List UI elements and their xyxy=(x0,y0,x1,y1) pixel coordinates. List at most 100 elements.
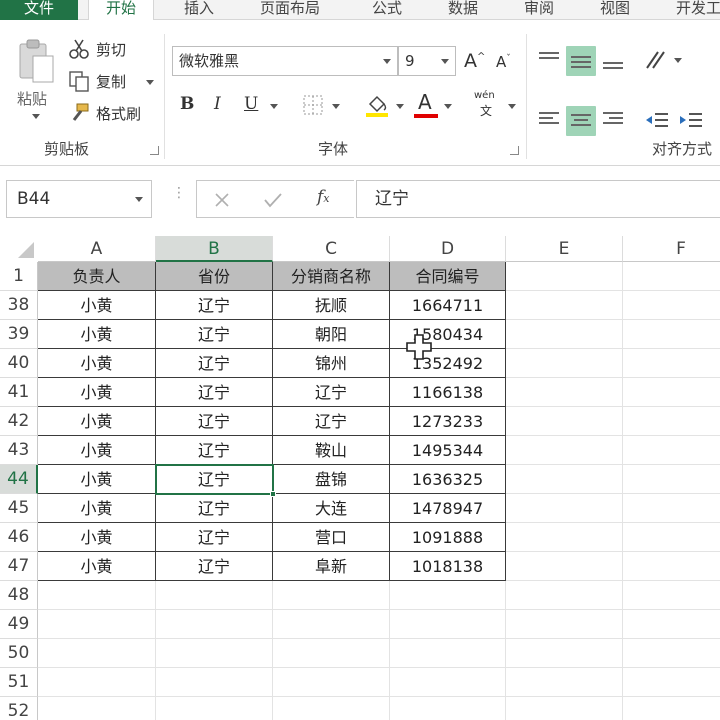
empty-cell[interactable] xyxy=(506,581,623,610)
table-cell[interactable]: 辽宁 xyxy=(156,523,273,552)
formula-input[interactable]: 辽宁 xyxy=(356,180,720,218)
copy-button[interactable]: 复制 xyxy=(68,70,158,94)
paste-dropdown-icon[interactable] xyxy=(32,114,40,119)
empty-cell[interactable] xyxy=(390,639,506,668)
align-center-button[interactable] xyxy=(566,106,596,136)
table-cell[interactable]: 辽宁 xyxy=(156,552,273,581)
table-cell[interactable] xyxy=(623,552,720,581)
header-cell[interactable]: 合同编号 xyxy=(390,262,506,291)
column-header-b[interactable]: B xyxy=(156,236,273,262)
align-top-button[interactable] xyxy=(536,46,562,74)
row-header[interactable]: 39 xyxy=(0,320,38,349)
underline-dropdown-icon[interactable] xyxy=(270,104,278,109)
table-cell[interactable]: 辽宁 xyxy=(156,494,273,523)
decrease-indent-icon[interactable] xyxy=(644,108,670,132)
table-cell[interactable] xyxy=(506,291,623,320)
empty-cell[interactable] xyxy=(273,610,390,639)
empty-cell[interactable] xyxy=(156,610,273,639)
header-cell[interactable]: 分销商名称 xyxy=(273,262,390,291)
cancel-icon[interactable] xyxy=(213,191,231,209)
empty-cell[interactable] xyxy=(623,697,720,720)
empty-cell[interactable] xyxy=(156,697,273,720)
table-cell[interactable] xyxy=(623,378,720,407)
empty-cell[interactable] xyxy=(506,668,623,697)
empty-cell[interactable] xyxy=(38,668,156,697)
empty-cell[interactable] xyxy=(156,668,273,697)
table-cell[interactable]: 1091888 xyxy=(390,523,506,552)
column-header-e[interactable]: E xyxy=(506,236,623,262)
table-cell[interactable]: 1636325 xyxy=(390,465,506,494)
empty-cell[interactable] xyxy=(38,697,156,720)
table-cell[interactable] xyxy=(623,407,720,436)
table-cell[interactable]: 辽宁 xyxy=(156,349,273,378)
table-cell[interactable] xyxy=(506,523,623,552)
table-cell[interactable] xyxy=(506,494,623,523)
table-cell[interactable]: 1664711 xyxy=(390,291,506,320)
formula-bar-splitter-icon[interactable]: ⋮ xyxy=(172,186,186,200)
table-cell[interactable] xyxy=(623,349,720,378)
align-left-button[interactable] xyxy=(536,106,562,134)
table-cell[interactable]: 小黄 xyxy=(38,552,156,581)
table-cell[interactable]: 辽宁 xyxy=(156,378,273,407)
increase-font-size-button[interactable]: A^ xyxy=(464,48,486,74)
paste-button[interactable]: 粘贴 xyxy=(12,38,58,132)
align-middle-button[interactable] xyxy=(566,46,596,76)
orientation-dropdown-icon[interactable] xyxy=(674,58,682,63)
row-header[interactable]: 42 xyxy=(0,407,38,436)
font-dialog-launcher-icon[interactable] xyxy=(510,146,519,155)
table-cell[interactable] xyxy=(506,552,623,581)
table-cell[interactable] xyxy=(506,320,623,349)
table-cell[interactable]: 1495344 xyxy=(390,436,506,465)
font-color-dropdown-icon[interactable] xyxy=(444,104,452,109)
decrease-font-size-button[interactable]: Aˇ xyxy=(496,50,518,74)
empty-cell[interactable] xyxy=(506,610,623,639)
empty-cell[interactable] xyxy=(156,639,273,668)
insert-function-icon[interactable]: fx xyxy=(317,187,330,207)
table-cell[interactable] xyxy=(506,465,623,494)
name-box[interactable]: B44 xyxy=(6,180,152,218)
table-cell[interactable]: 1166138 xyxy=(390,378,506,407)
header-cell[interactable] xyxy=(623,262,720,291)
select-all-icon[interactable] xyxy=(0,236,38,262)
row-header[interactable]: 46 xyxy=(0,523,38,552)
table-cell[interactable]: 小黄 xyxy=(38,494,156,523)
row-header[interactable]: 44 xyxy=(0,465,38,494)
tab-home[interactable]: 开始 xyxy=(88,0,154,21)
phonetic-guide-button[interactable]: wén 文 xyxy=(472,90,502,120)
phonetic-dropdown-icon[interactable] xyxy=(508,104,516,109)
table-cell[interactable]: 营口 xyxy=(273,523,390,552)
table-cell[interactable] xyxy=(623,436,720,465)
table-cell[interactable]: 小黄 xyxy=(38,320,156,349)
table-cell[interactable]: 鞍山 xyxy=(273,436,390,465)
header-cell[interactable]: 负责人 xyxy=(38,262,156,291)
table-cell[interactable]: 阜新 xyxy=(273,552,390,581)
table-cell[interactable]: 大连 xyxy=(273,494,390,523)
empty-cell[interactable] xyxy=(273,639,390,668)
font-name-select[interactable]: 微软雅黑 xyxy=(172,46,398,76)
fill-color-dropdown-icon[interactable] xyxy=(396,104,404,109)
table-cell[interactable]: 盘锦 xyxy=(273,465,390,494)
header-cell[interactable] xyxy=(506,262,623,291)
column-header-f[interactable]: F xyxy=(623,236,720,262)
table-cell[interactable] xyxy=(623,523,720,552)
empty-cell[interactable] xyxy=(390,581,506,610)
borders-icon[interactable] xyxy=(302,94,324,116)
empty-cell[interactable] xyxy=(390,697,506,720)
underline-button[interactable]: U xyxy=(244,94,258,114)
chevron-down-icon[interactable] xyxy=(135,197,143,202)
table-cell[interactable]: 1478947 xyxy=(390,494,506,523)
table-cell[interactable]: 小黄 xyxy=(38,291,156,320)
row-header[interactable]: 48 xyxy=(0,581,38,610)
empty-cell[interactable] xyxy=(273,581,390,610)
format-painter-button[interactable]: 格式刷 xyxy=(68,102,158,126)
table-cell[interactable]: 1273233 xyxy=(390,407,506,436)
tab-view[interactable]: 视图 xyxy=(600,0,630,20)
row-header[interactable]: 49 xyxy=(0,610,38,639)
worksheet-grid[interactable]: A B C D E F 1 负责人 省份 分销商名称 合同编号 38 小黄 辽宁 抚顺 1664711 39 小黄… xyxy=(0,236,720,720)
row-header[interactable]: 41 xyxy=(0,378,38,407)
cut-button[interactable]: 剪切 xyxy=(68,38,158,62)
table-cell[interactable]: 辽宁 xyxy=(156,436,273,465)
row-header[interactable]: 1 xyxy=(0,262,38,291)
fill-handle[interactable] xyxy=(270,491,276,497)
tab-insert[interactable]: 插入 xyxy=(184,0,214,20)
